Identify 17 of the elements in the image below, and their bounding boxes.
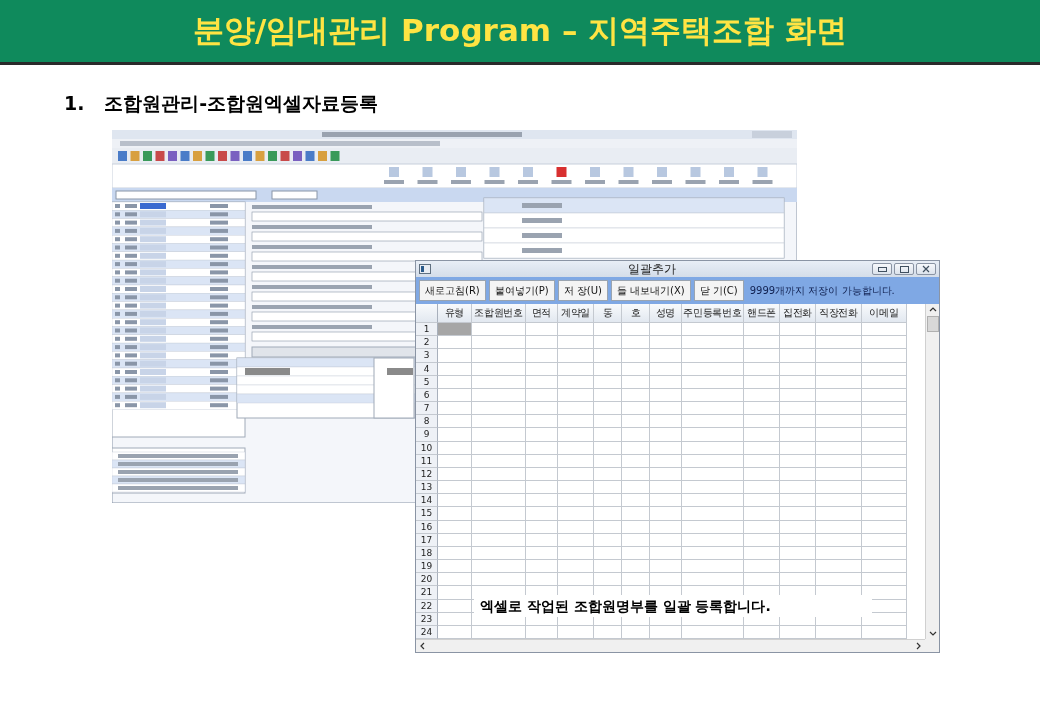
row-number: 2 <box>416 336 438 350</box>
row-number: 1 <box>416 323 438 337</box>
caption-tooltip: 엑셀로 작업된 조합원명부를 일괄 등록합니다. <box>474 595 872 617</box>
row-number: 7 <box>416 402 438 416</box>
slide-title: 분양/임대관리 Program – 지역주택조합 화면 <box>193 11 847 50</box>
row-number: 8 <box>416 415 438 429</box>
row-number: 3 <box>416 349 438 363</box>
row-number: 21 <box>416 586 438 600</box>
row-number: 15 <box>416 507 438 521</box>
section-title: 1. 조합원관리-조합원엑셀자료등록 <box>64 91 380 116</box>
save-limit-note: 9999개까지 저장이 가능합니다. <box>749 283 895 298</box>
row-number: 19 <box>416 560 438 574</box>
row-number: 20 <box>416 573 438 587</box>
row-number: 9 <box>416 428 438 442</box>
dialog-title: 일괄추가 <box>626 260 677 278</box>
row-number: 14 <box>416 494 438 508</box>
row-number: 13 <box>416 481 438 495</box>
